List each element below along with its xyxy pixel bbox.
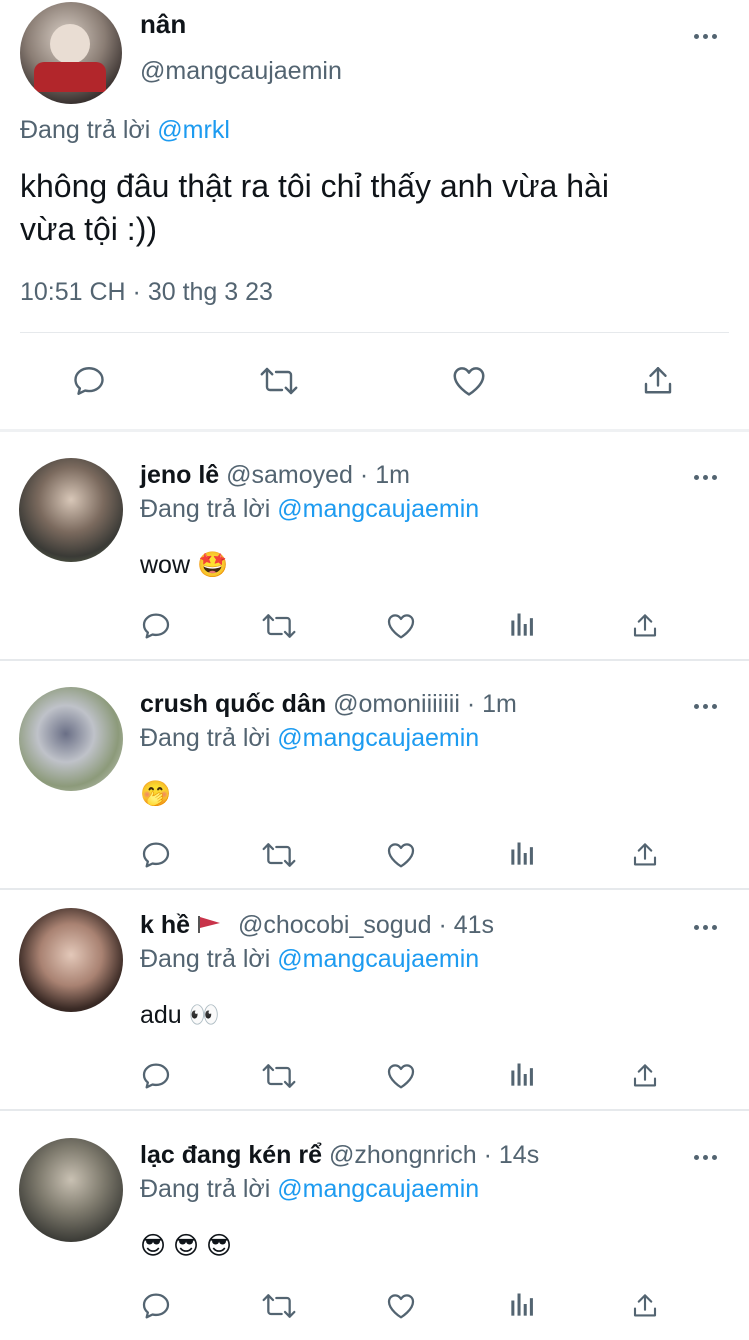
reply-tweet[interactable]: crush quốc dân @omoniiiiiii · 1m Đang trả…	[0, 661, 749, 890]
reply-author-handle[interactable]: @zhongnrich	[329, 1141, 477, 1169]
reply-text: wow 🤩	[140, 551, 229, 579]
reply-time[interactable]: · 14s	[484, 1141, 540, 1169]
reply-context: Đang trả lời @mangcaujaemin	[140, 945, 479, 974]
retweet-icon[interactable]	[260, 1060, 298, 1092]
tweet-text-line-2: vừa tội :))	[20, 211, 157, 247]
share-icon[interactable]	[630, 1060, 660, 1092]
reply-prefix: Đang trả lời	[140, 724, 271, 752]
analytics-icon[interactable]	[509, 1060, 537, 1088]
tweet-text-line-1: không đâu thật ra tôi chỉ thấy anh vừa h…	[20, 168, 609, 204]
reply-prefix: Đang trả lời	[140, 495, 271, 523]
reply-prefix: Đang trả lời	[140, 945, 271, 973]
analytics-icon[interactable]	[509, 839, 537, 867]
analytics-icon[interactable]	[509, 1290, 537, 1318]
divider	[20, 332, 729, 333]
reply-mention[interactable]: @mrkl	[157, 116, 230, 144]
reply-icon[interactable]	[140, 1060, 172, 1092]
heart-icon[interactable]	[385, 1290, 417, 1322]
reply-author-name[interactable]: k hề	[140, 911, 190, 939]
reply-context: Đang trả lời @mangcaujaemin	[140, 1175, 479, 1204]
heart-icon[interactable]	[385, 1060, 417, 1092]
avatar[interactable]	[19, 458, 123, 562]
reply-text: adu 👀	[140, 1001, 220, 1029]
reply-header: jeno lê @samoyed · 1m	[140, 461, 410, 490]
retweet-icon[interactable]	[260, 610, 298, 642]
divider	[0, 1109, 749, 1111]
reply-mention[interactable]: @mangcaujaemin	[277, 945, 479, 973]
heart-icon[interactable]	[450, 362, 488, 400]
reply-context: Đang trả lời @mangcaujaemin	[140, 495, 479, 524]
avatar[interactable]	[19, 687, 123, 791]
more-icon[interactable]	[694, 31, 724, 41]
reply-author-handle[interactable]: @omoniiiiiii	[333, 690, 460, 718]
avatar[interactable]	[19, 1138, 123, 1242]
share-icon[interactable]	[640, 362, 676, 400]
flag-icon	[196, 912, 224, 941]
more-icon[interactable]	[694, 472, 724, 482]
reply-author-name[interactable]: jeno lê	[140, 461, 219, 489]
more-icon[interactable]	[694, 1152, 724, 1162]
reply-time[interactable]: · 41s	[438, 911, 494, 939]
reply-text: 🤭	[140, 780, 172, 808]
heart-icon[interactable]	[385, 839, 417, 871]
reply-prefix: Đang trả lời	[20, 116, 151, 144]
reply-mention[interactable]: @mangcaujaemin	[277, 724, 479, 752]
reply-author-handle[interactable]: @chocobi_sogud	[238, 911, 432, 939]
reply-header: lạc đang kén rể @zhongnrich · 14s	[140, 1141, 539, 1170]
retweet-icon[interactable]	[257, 363, 301, 399]
avatar[interactable]	[19, 908, 123, 1012]
heart-icon[interactable]	[385, 610, 417, 642]
retweet-icon[interactable]	[260, 1290, 298, 1322]
reply-author-handle[interactable]: @samoyed	[226, 461, 353, 489]
more-icon[interactable]	[694, 922, 724, 932]
reply-context: Đang trả lời @mrkl	[20, 116, 230, 145]
share-icon[interactable]	[630, 839, 660, 871]
reply-prefix: Đang trả lời	[140, 1175, 271, 1203]
author-name[interactable]: nân	[140, 9, 186, 40]
reply-icon[interactable]	[140, 610, 172, 642]
reply-author-name[interactable]: crush quốc dân	[140, 690, 326, 718]
share-icon[interactable]	[630, 1290, 660, 1322]
reply-icon[interactable]	[140, 839, 172, 871]
reply-mention[interactable]: @mangcaujaemin	[277, 1175, 479, 1203]
reply-time[interactable]: · 1m	[360, 461, 410, 489]
reply-header: k hề @chocobi_sogud · 41s	[140, 911, 494, 941]
analytics-icon[interactable]	[509, 610, 537, 638]
reply-text: 😎 😎 😎	[140, 1232, 233, 1260]
retweet-icon[interactable]	[260, 839, 298, 871]
tweet-timestamp[interactable]: 10:51 CH · 30 thg 3 23	[20, 278, 273, 307]
share-icon[interactable]	[630, 610, 660, 642]
more-icon[interactable]	[694, 701, 724, 711]
reply-tweet[interactable]: jeno lê @samoyed · 1m Đang trả lời @mangc…	[0, 432, 749, 661]
reply-tweet[interactable]: lạc đang kén rể @zhongnrich · 14s Đang tr…	[0, 1112, 749, 1340]
reply-time[interactable]: · 1m	[467, 690, 517, 718]
reply-tweet[interactable]: k hề @chocobi_sogud · 41s Đang trả lời @m…	[0, 882, 749, 1111]
reply-icon[interactable]	[71, 363, 107, 399]
author-handle[interactable]: @mangcaujaemin	[140, 57, 342, 86]
reply-author-name[interactable]: lạc đang kén rể	[140, 1141, 322, 1169]
reply-icon[interactable]	[140, 1290, 172, 1322]
reply-context: Đang trả lời @mangcaujaemin	[140, 724, 479, 753]
reply-mention[interactable]: @mangcaujaemin	[277, 495, 479, 523]
avatar[interactable]	[20, 2, 122, 104]
reply-header: crush quốc dân @omoniiiiiii · 1m	[140, 690, 517, 719]
